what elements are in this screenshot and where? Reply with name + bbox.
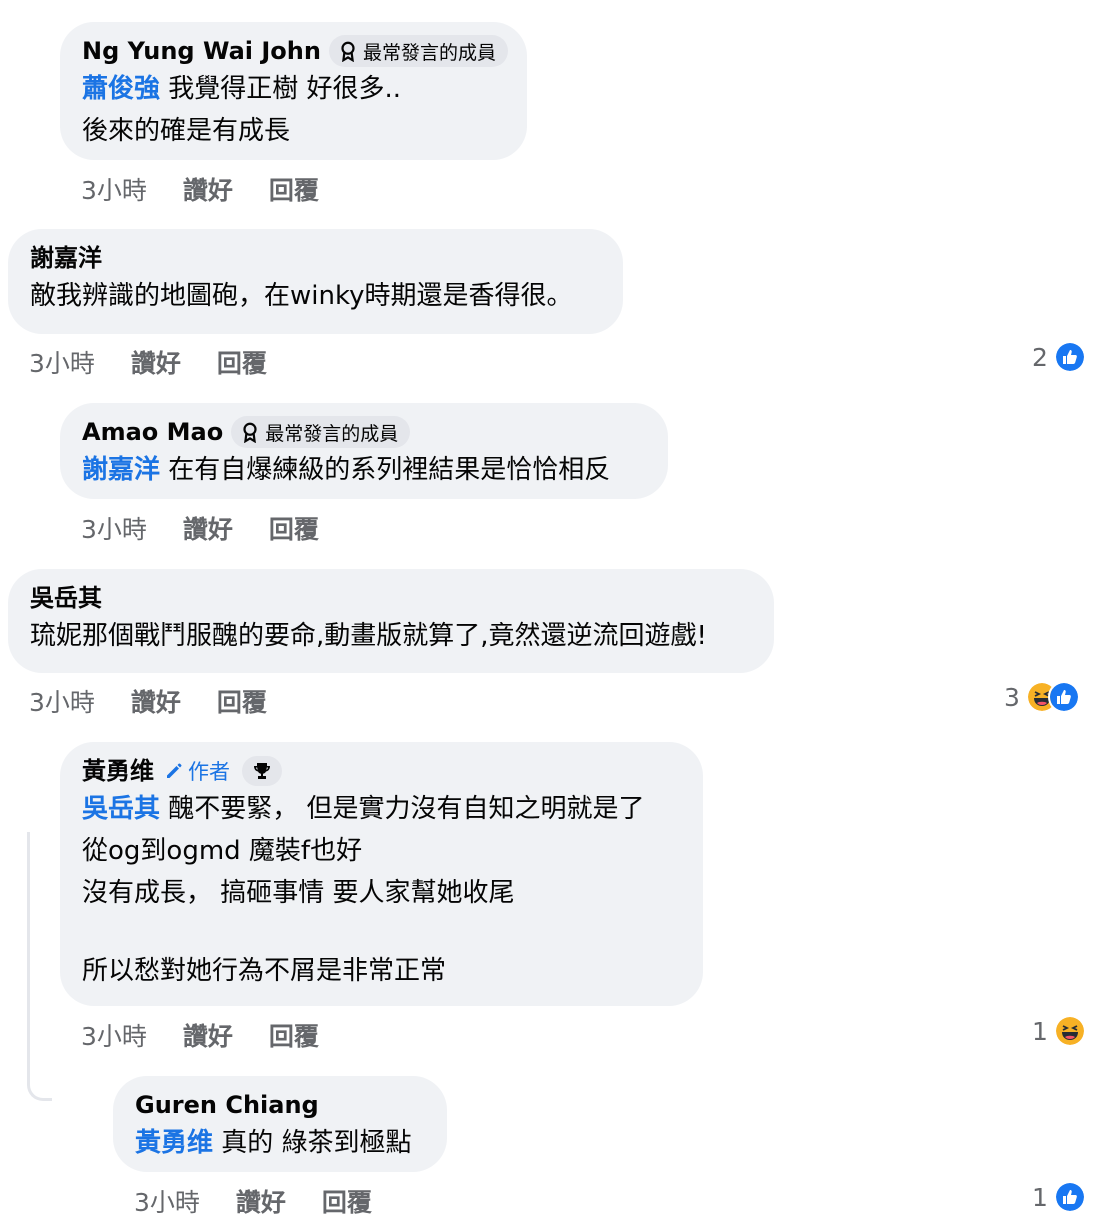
haha-reaction-icon [1053, 1015, 1086, 1047]
reaction-count: 2 [1032, 342, 1048, 372]
comment-text-line: 後來的確是有成長 [82, 116, 291, 146]
comment-author-name[interactable]: Guren Chiang [135, 1088, 319, 1122]
comment-author-name[interactable]: Amao Mao [82, 415, 223, 449]
reaction-summary[interactable]: 1 [1032, 1180, 1086, 1214]
comment-bubble: 吳岳其 琉妮那個戰鬥服醜的要命,動畫版就算了,竟然還逆流回遊戲! [8, 569, 774, 673]
reaction-count: 1 [1032, 1182, 1048, 1212]
comment-text: 謝嘉洋 在有自爆練級的系列裡結果是恰恰相反 [82, 455, 611, 485]
like-button[interactable]: 讚好 [131, 686, 181, 720]
comment-bubble: Guren Chiang 黃勇维 真的 綠茶到極點 [113, 1076, 447, 1172]
comment-text-line [82, 914, 681, 950]
comment-meta: 3小時 讚好 回覆 [81, 513, 355, 547]
trophy-badge[interactable] [242, 756, 282, 786]
like-button[interactable]: 讚好 [131, 347, 181, 381]
reaction-count: 3 [1004, 682, 1020, 712]
author-label: 作者 [188, 760, 230, 784]
comment-bubble: 黃勇维 作者 吳岳其 醜不要緊， 但是實力沒有自知之明就是了 從og到ogmd … [60, 742, 703, 1006]
like-reaction-icon [1047, 681, 1080, 713]
badge-label: 最常發言的成員 [265, 422, 399, 445]
badge-label: 最常發言的成員 [362, 41, 496, 64]
timestamp[interactable]: 3小時 [29, 347, 95, 381]
comment-meta: 3小時 讚好 回覆 [134, 1186, 408, 1220]
timestamp[interactable]: 3小時 [29, 686, 95, 720]
reply-button[interactable]: 回覆 [269, 1020, 319, 1054]
comment-author-name[interactable]: 吳岳其 [30, 581, 102, 615]
mention-link[interactable]: 蕭俊強 [82, 74, 160, 104]
reply-button[interactable]: 回覆 [322, 1186, 372, 1220]
reply-button[interactable]: 回覆 [269, 174, 319, 208]
comment-meta: 3小時 讚好 回覆 [81, 1020, 355, 1054]
comment-text-line: 沒有成長， 搞砸事情 要人家幫她收尾 [82, 878, 515, 908]
like-button[interactable]: 讚好 [236, 1186, 286, 1220]
reaction-summary[interactable]: 1 [1032, 1014, 1086, 1048]
like-button[interactable]: 讚好 [183, 174, 233, 208]
comment-text: 敵我辨識的地圖砲，在winky時期還是香得很。 [30, 281, 573, 311]
mention-link[interactable]: 謝嘉洋 [82, 455, 160, 485]
comment-author-name[interactable]: 黃勇维 [82, 754, 154, 788]
timestamp[interactable]: 3小時 [81, 174, 147, 208]
comment-meta: 3小時 讚好 回覆 [81, 174, 355, 208]
comment-bubble: Ng Yung Wai John 最常發言的成員 蕭俊強 我覺得正樹 好很多..… [60, 22, 527, 160]
mention-link[interactable]: 吳岳其 [82, 794, 160, 824]
comment-author-name[interactable]: Ng Yung Wai John [82, 34, 321, 68]
timestamp[interactable]: 3小時 [81, 1020, 147, 1054]
reply-button[interactable]: 回覆 [217, 347, 267, 381]
thread-connector-line [27, 832, 52, 1101]
comment-text: 黃勇维 真的 綠茶到極點 [135, 1128, 412, 1158]
comment-meta: 3小時 讚好 回覆 [29, 686, 303, 720]
comment-bubble: Amao Mao 最常發言的成員 謝嘉洋 在有自爆練級的系列裡結果是恰恰相反 [60, 403, 668, 499]
top-contributor-icon [341, 41, 355, 62]
reply-button[interactable]: 回覆 [269, 513, 319, 547]
comment-text-line: 從og到ogmd 魔裝f也好 [82, 836, 363, 866]
comment-text: 琉妮那個戰鬥服醜的要命,動畫版就算了,竟然還逆流回遊戲! [30, 621, 707, 651]
like-button[interactable]: 讚好 [183, 513, 233, 547]
top-contributor-badge[interactable]: 最常發言的成員 [328, 35, 508, 67]
comment-text-line: 所以愁對她行為不屑是非常正常 [82, 956, 447, 986]
reply-button[interactable]: 回覆 [217, 686, 267, 720]
mention-link[interactable]: 黃勇维 [135, 1128, 213, 1158]
author-badge: 作者 [164, 756, 230, 786]
comment-meta: 3小時 讚好 回覆 [29, 347, 303, 381]
top-contributor-icon [243, 422, 257, 443]
like-reaction-icon [1053, 1181, 1086, 1213]
reaction-summary[interactable]: 3 [1004, 680, 1080, 714]
pencil-icon [167, 763, 182, 778]
comment-text: 吳岳其 醜不要緊， 但是實力沒有自知之明就是了 [82, 794, 645, 824]
comment-bubble: 謝嘉洋 敵我辨識的地圖砲，在winky時期還是香得很。 [8, 229, 623, 334]
trophy-icon [254, 763, 270, 779]
reaction-count: 1 [1032, 1016, 1048, 1046]
reaction-summary[interactable]: 2 [1032, 340, 1086, 374]
like-reaction-icon [1053, 341, 1086, 373]
timestamp[interactable]: 3小時 [81, 513, 147, 547]
top-contributor-badge[interactable]: 最常發言的成員 [231, 416, 411, 448]
comment-author-name[interactable]: 謝嘉洋 [30, 241, 102, 275]
like-button[interactable]: 讚好 [183, 1020, 233, 1054]
comment-text: 蕭俊強 我覺得正樹 好很多.. [82, 74, 402, 104]
timestamp[interactable]: 3小時 [134, 1186, 200, 1220]
